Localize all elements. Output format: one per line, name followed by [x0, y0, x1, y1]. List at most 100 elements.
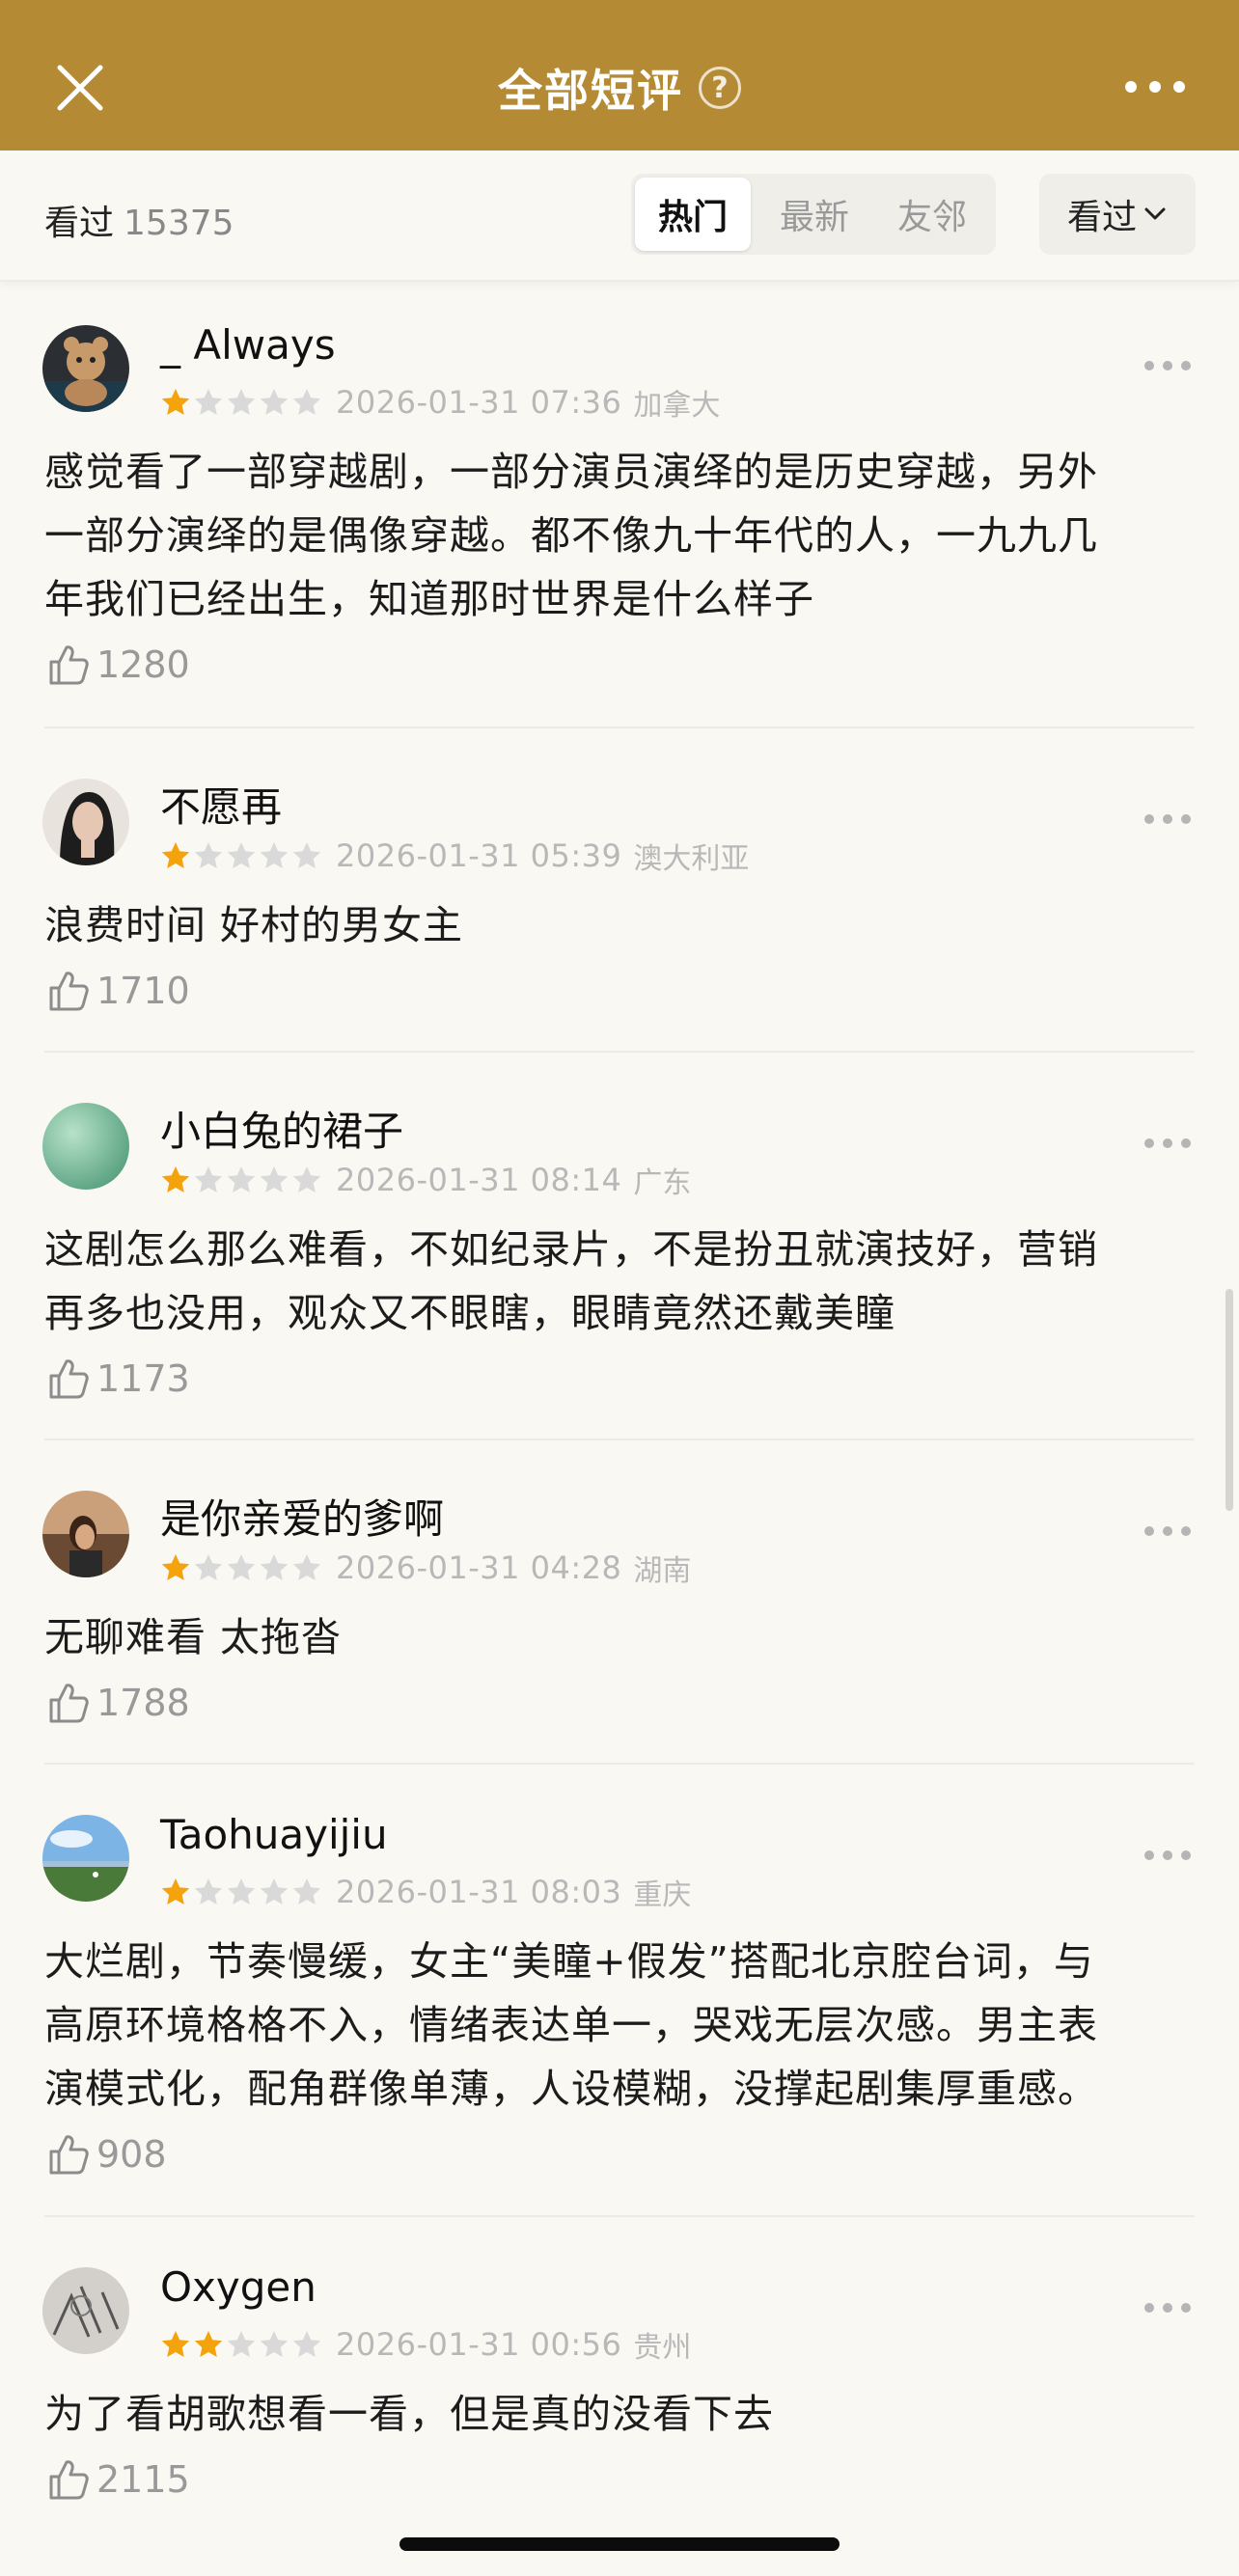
review-date: 2026-01-31 08:03 [336, 1874, 622, 1910]
review-meta: 2026-01-31 05:39 澳大利亚 [160, 837, 749, 876]
rating-stars [160, 2329, 322, 2360]
review-text-line: 年我们已经出生，知道那时世界是什么样子 [44, 576, 814, 622]
chevron-down-icon [1144, 207, 1166, 220]
more-icon[interactable] [1125, 81, 1185, 93]
star-icon [292, 1554, 321, 1580]
divider [44, 1763, 1195, 1765]
watched-filter-dropdown[interactable]: 看过 [1039, 174, 1196, 255]
watched-count: 看过 15375 [44, 195, 234, 245]
review-location: 重庆 [633, 1878, 692, 1912]
tab-latest[interactable]: 最新 [755, 174, 874, 255]
thumbs-up-icon [49, 2460, 89, 2500]
review-text-line: 演模式化，配角群像单薄，人设模糊，没撑起剧集厚重感。 [44, 2066, 1098, 2112]
rating-stars [160, 387, 322, 418]
star-icon [260, 842, 289, 868]
review-text-line: 一部分演绎的是偶像穿越。都不像九十年代的人，一九九几 [44, 512, 1098, 559]
like-button[interactable]: 908 [46, 2132, 167, 2177]
review-meta: 2026-01-31 07:36 加拿大 [160, 384, 720, 423]
star-icon [161, 842, 190, 868]
top-bar: 全部短评 ? [0, 0, 1239, 151]
thumbs-up-icon [49, 1359, 89, 1399]
avatar[interactable] [42, 325, 129, 412]
like-button[interactable]: 1280 [46, 643, 190, 687]
review-location: 贵州 [633, 2331, 692, 2365]
star-icon [227, 1554, 256, 1580]
star-icon [161, 389, 190, 415]
like-count: 1173 [96, 1357, 190, 1400]
divider [44, 1439, 1195, 1440]
review-more-icon[interactable] [1144, 1138, 1191, 1148]
review-more-icon[interactable] [1144, 1526, 1191, 1536]
review-text-line: 再多也没用，观众又不眼瞎，眼睛竟然还戴美瞳 [44, 1290, 895, 1336]
scrollbar[interactable] [1225, 1289, 1233, 1511]
thumbs-up-icon [49, 2135, 89, 2175]
like-button[interactable]: 1173 [46, 1357, 190, 1401]
review-date: 2026-01-31 00:56 [336, 2326, 622, 2363]
star-icon [161, 2331, 190, 2357]
star-icon [194, 1878, 223, 1905]
star-icon [227, 389, 256, 415]
page-title: 全部短评 [498, 65, 683, 117]
like-count: 1710 [96, 970, 190, 1012]
review-more-icon[interactable] [1144, 361, 1191, 370]
review-text-line: 大烂剧，节奏慢缓，女主“美瞳+假发”搭配北京腔台词，与 [44, 1938, 1094, 1985]
title-group: 全部短评 ? [0, 56, 1239, 120]
review-text-line: 无聊难看 太拖沓 [44, 1614, 343, 1660]
username[interactable]: Oxygen [160, 2263, 317, 2311]
rating-stars [160, 1552, 322, 1583]
review-location: 加拿大 [633, 389, 721, 423]
review-text: 这剧怎么那么难看，不如纪录片，不是扮丑就演技好，营销 再多也没用，观众又不眼瞎，眼… [44, 1218, 1202, 1345]
tab-hot[interactable]: 热门 [635, 178, 751, 251]
star-icon [194, 1554, 223, 1580]
username[interactable]: 小白兔的裙子 [160, 1099, 403, 1158]
review-meta: 2026-01-31 08:14 广东 [160, 1162, 691, 1200]
star-icon [292, 1166, 321, 1192]
star-icon [260, 1166, 289, 1192]
username[interactable]: 是你亲爱的爹啊 [160, 1487, 444, 1546]
review-text-line: 感觉看了一部穿越剧，一部分演员演绎的是历史穿越，另外 [44, 449, 1098, 495]
star-icon [227, 842, 256, 868]
username[interactable]: 不愿再 [160, 775, 282, 834]
review-text-line: 这剧怎么那么难看，不如纪录片，不是扮丑就演技好，营销 [44, 1226, 1098, 1273]
star-icon [194, 842, 223, 868]
review-text: 为了看胡歌想看一看，但是真的没看下去 [44, 2382, 1202, 2446]
avatar[interactable] [42, 1103, 129, 1190]
username[interactable]: Taohuayijiu [160, 1811, 388, 1858]
star-icon [260, 1554, 289, 1580]
thumbs-up-icon [49, 972, 89, 1011]
star-icon [227, 1878, 256, 1905]
review-date: 2026-01-31 05:39 [336, 837, 622, 874]
star-icon [194, 1166, 223, 1192]
avatar[interactable] [42, 779, 129, 865]
review-date: 2026-01-31 04:28 [336, 1549, 622, 1586]
home-indicator[interactable] [399, 2537, 840, 2551]
review-location: 广东 [633, 1166, 692, 1200]
avatar[interactable] [42, 1491, 129, 1577]
thumbs-up-icon [49, 645, 89, 685]
avatar[interactable] [42, 2267, 129, 2354]
star-icon [260, 1878, 289, 1905]
star-icon [227, 2331, 256, 2357]
watched-count-value: 15375 [124, 204, 234, 243]
like-button[interactable]: 1710 [46, 969, 190, 1013]
tab-friends[interactable]: 友邻 [872, 174, 992, 255]
like-button[interactable]: 1788 [46, 1681, 190, 1725]
watched-filter-label: 看过 [1066, 198, 1137, 237]
like-count: 908 [96, 2133, 167, 2176]
review-text: 感觉看了一部穿越剧，一部分演员演绎的是历史穿越，另外 一部分演绎的是偶像穿越。都不… [44, 440, 1202, 631]
review-text: 无聊难看 太拖沓 [44, 1605, 1202, 1669]
review-text-line: 为了看胡歌想看一看，但是真的没看下去 [44, 2391, 774, 2437]
review-meta: 2026-01-31 04:28 湖南 [160, 1549, 691, 1588]
rating-stars [160, 1165, 322, 1195]
like-count: 1788 [96, 1682, 190, 1724]
username[interactable]: _ Always [160, 321, 336, 369]
help-icon[interactable]: ? [699, 67, 741, 109]
review-more-icon[interactable] [1144, 1850, 1191, 1860]
like-button[interactable]: 2115 [46, 2457, 190, 2502]
review-text: 大烂剧，节奏慢缓，女主“美瞳+假发”搭配北京腔台词，与 高原环境格格不入，情绪表达… [44, 1930, 1202, 2121]
review-more-icon[interactable] [1144, 814, 1191, 824]
star-icon [260, 389, 289, 415]
review-date: 2026-01-31 08:14 [336, 1162, 622, 1198]
avatar[interactable] [42, 1815, 129, 1902]
review-more-icon[interactable] [1144, 2303, 1191, 2313]
